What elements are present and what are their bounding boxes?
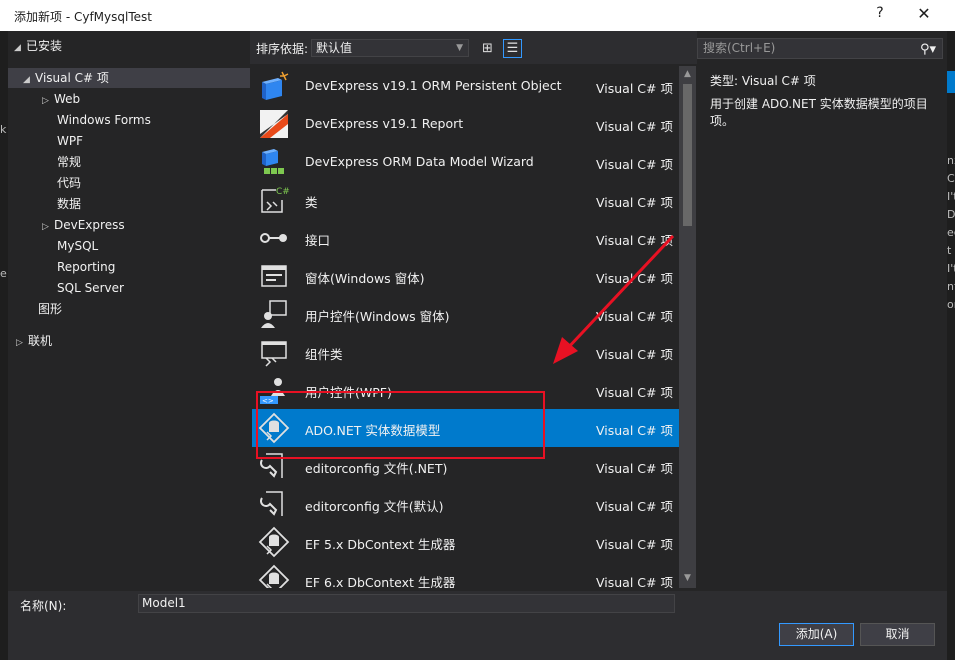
item-description: 用于创建 ADO.NET 实体数据模型的项目项。 bbox=[710, 97, 928, 128]
tree-item-sql-server[interactable]: SQL Server bbox=[57, 278, 124, 298]
collapse-arrow-icon: ◢ bbox=[23, 75, 30, 85]
tree-item-code[interactable]: 代码 bbox=[57, 173, 81, 193]
tree-item-windows-forms[interactable]: Windows Forms bbox=[57, 110, 151, 130]
list-item[interactable]: EF 5.x DbContext 生成器 Visual C# 项 bbox=[252, 523, 679, 561]
list-item[interactable]: EF 6.x DbContext 生成器 Visual C# 项 bbox=[252, 561, 679, 588]
item-type: 类型: Visual C# 项 bbox=[710, 74, 816, 88]
ef-dbcontext-icon bbox=[258, 564, 290, 588]
add-button[interactable]: 添加(A) bbox=[779, 623, 854, 646]
svg-text:<>: <> bbox=[262, 397, 274, 405]
tree-item-graphics[interactable]: 图形 bbox=[38, 299, 62, 319]
list-item[interactable]: C# 类 Visual C# 项 bbox=[252, 181, 679, 219]
tree-item-visual-csharp[interactable]: ◢ Visual C# 项 bbox=[8, 68, 250, 88]
devexpress-data-model-icon bbox=[262, 149, 284, 174]
chevron-down-icon: ▼ bbox=[456, 43, 463, 53]
ef-dbcontext-icon bbox=[258, 526, 290, 558]
cancel-button[interactable]: 取消 bbox=[860, 623, 935, 646]
expand-arrow-icon: ▷ bbox=[42, 222, 49, 232]
class-icon: C# bbox=[261, 187, 290, 213]
list-view-icon[interactable]: ☰ bbox=[503, 39, 522, 58]
svg-text:C#: C# bbox=[276, 187, 290, 197]
search-icon[interactable]: ⚲▾ bbox=[920, 40, 936, 59]
list-item[interactable]: 用户控件(Windows 窗体) Visual C# 项 bbox=[252, 295, 679, 333]
list-item[interactable]: 接口 Visual C# 项 bbox=[252, 219, 679, 257]
tree-online[interactable]: ▷ 联机 bbox=[16, 331, 52, 351]
dialog-footer: 名称(N): Model1 添加(A) 取消 bbox=[8, 591, 947, 660]
close-button[interactable]: ✕ bbox=[912, 4, 936, 23]
name-field[interactable]: Model1 bbox=[138, 594, 675, 613]
editorconfig-file-icon bbox=[260, 453, 283, 478]
ado-net-entity-model-icon bbox=[258, 412, 290, 444]
sort-label: 排序依据: bbox=[256, 42, 309, 56]
search-input[interactable]: 搜索(Ctrl+E) ⚲▾ bbox=[697, 38, 943, 59]
title-bar: 添加新项 - CyfMysqlTest ? ✕ bbox=[0, 0, 955, 31]
scroll-up-icon[interactable]: ▲ bbox=[682, 68, 693, 80]
list-item[interactable]: editorconfig 文件(.NET) Visual C# 项 bbox=[252, 447, 679, 485]
grid-view-icon[interactable]: ⊞ bbox=[478, 39, 497, 58]
background-edge-left: k e bbox=[0, 31, 8, 660]
user-control-icon bbox=[261, 300, 287, 328]
template-list: DevExpress v19.1 ORM Persistent Object V… bbox=[252, 66, 679, 588]
help-button[interactable]: ? bbox=[870, 5, 890, 21]
form-icon bbox=[261, 265, 287, 287]
list-item[interactable]: 组件类 Visual C# 项 bbox=[252, 333, 679, 371]
list-item[interactable]: <> 用户控件(WPF) Visual C# 项 bbox=[252, 371, 679, 409]
tree-installed[interactable]: ◢ 已安装 bbox=[14, 36, 62, 56]
sort-toolbar: 排序依据: 默认值 ▼ ⊞ ☰ bbox=[250, 31, 697, 64]
list-item[interactable]: 窗体(Windows 窗体) Visual C# 项 bbox=[252, 257, 679, 295]
list-item[interactable]: editorconfig 文件(默认) Visual C# 项 bbox=[252, 485, 679, 523]
tree-item-reporting[interactable]: Reporting bbox=[57, 257, 115, 277]
tree-item-wpf[interactable]: WPF bbox=[57, 131, 83, 151]
tree-item-devexpress[interactable]: ▷ DevExpress bbox=[42, 215, 125, 235]
devexpress-report-icon bbox=[260, 110, 288, 138]
list-item[interactable]: DevExpress v19.1 Report Visual C# 项 bbox=[252, 105, 679, 143]
collapse-arrow-icon: ◢ bbox=[14, 43, 21, 53]
expand-arrow-icon: ▷ bbox=[16, 338, 23, 348]
list-item[interactable]: ADO.NET 实体数据模型 Visual C# 项 bbox=[252, 409, 679, 447]
list-scrollbar[interactable]: ▲ ▼ bbox=[679, 66, 696, 588]
sort-dropdown[interactable]: 默认值 ▼ bbox=[311, 39, 469, 57]
tree-item-general[interactable]: 常规 bbox=[57, 152, 81, 172]
list-item[interactable]: DevExpress v19.1 ORM Persistent Object V… bbox=[252, 67, 679, 105]
name-label: 名称(N): bbox=[20, 599, 67, 613]
scroll-down-icon[interactable]: ▼ bbox=[682, 572, 693, 584]
wpf-user-control-icon: <> bbox=[260, 378, 285, 405]
tree-item-data[interactable]: 数据 bbox=[57, 194, 81, 214]
template-tree: ◢ 已安装 ◢ Visual C# 项 ▷ Web Windows Forms WPF… bbox=[8, 31, 250, 591]
tree-item-web[interactable]: ▷ Web bbox=[42, 89, 80, 109]
scroll-thumb[interactable] bbox=[683, 84, 692, 226]
list-item[interactable]: DevExpress ORM Data Model Wizard Visual … bbox=[252, 143, 679, 181]
interface-icon bbox=[260, 233, 287, 243]
expand-arrow-icon: ▷ bbox=[42, 96, 49, 106]
devexpress-orm-object-icon bbox=[262, 71, 289, 100]
window-title: 添加新项 - CyfMysqlTest bbox=[14, 10, 152, 24]
details-pane: 搜索(Ctrl+E) ⚲▾ 类型: Visual C# 项 用于创建 ADO.NE… bbox=[697, 31, 947, 591]
editorconfig-file-icon bbox=[260, 491, 283, 516]
background-edge-right: nx Co I't De ec t I't nt on bbox=[947, 31, 955, 660]
tree-item-mysql[interactable]: MySQL bbox=[57, 236, 98, 256]
component-icon bbox=[261, 341, 287, 367]
